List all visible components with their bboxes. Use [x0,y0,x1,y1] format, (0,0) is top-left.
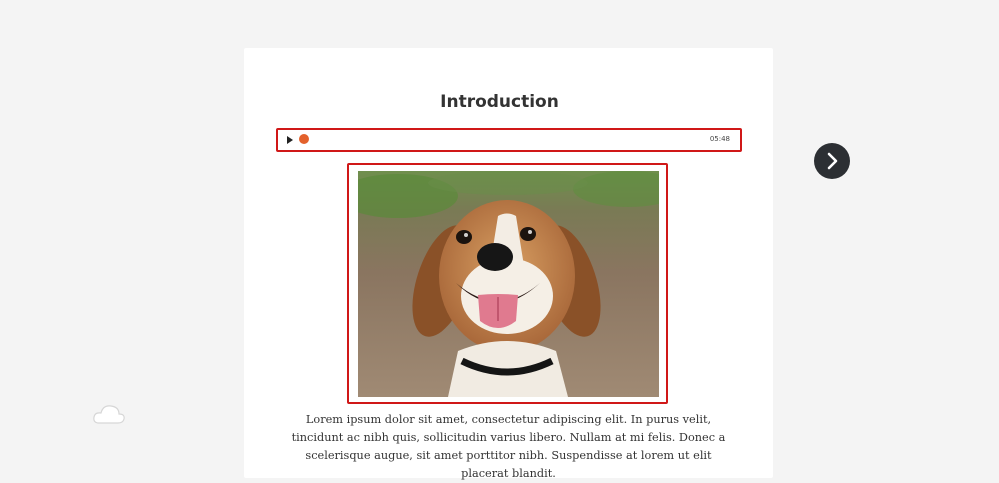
play-icon[interactable] [287,136,293,144]
page-title: Introduction [440,92,559,112]
image-frame [347,163,668,404]
dog-photo [358,171,659,397]
next-button[interactable] [814,143,850,179]
chevron-right-icon [827,152,838,170]
lesson-body-text: Lorem ipsum dolor sit amet, consectetur … [291,413,726,480]
cloud-icon [91,401,127,432]
audio-player[interactable]: 05:48 [276,128,742,152]
audio-progress-handle[interactable] [299,134,309,144]
audio-duration: 05:48 [709,135,730,143]
